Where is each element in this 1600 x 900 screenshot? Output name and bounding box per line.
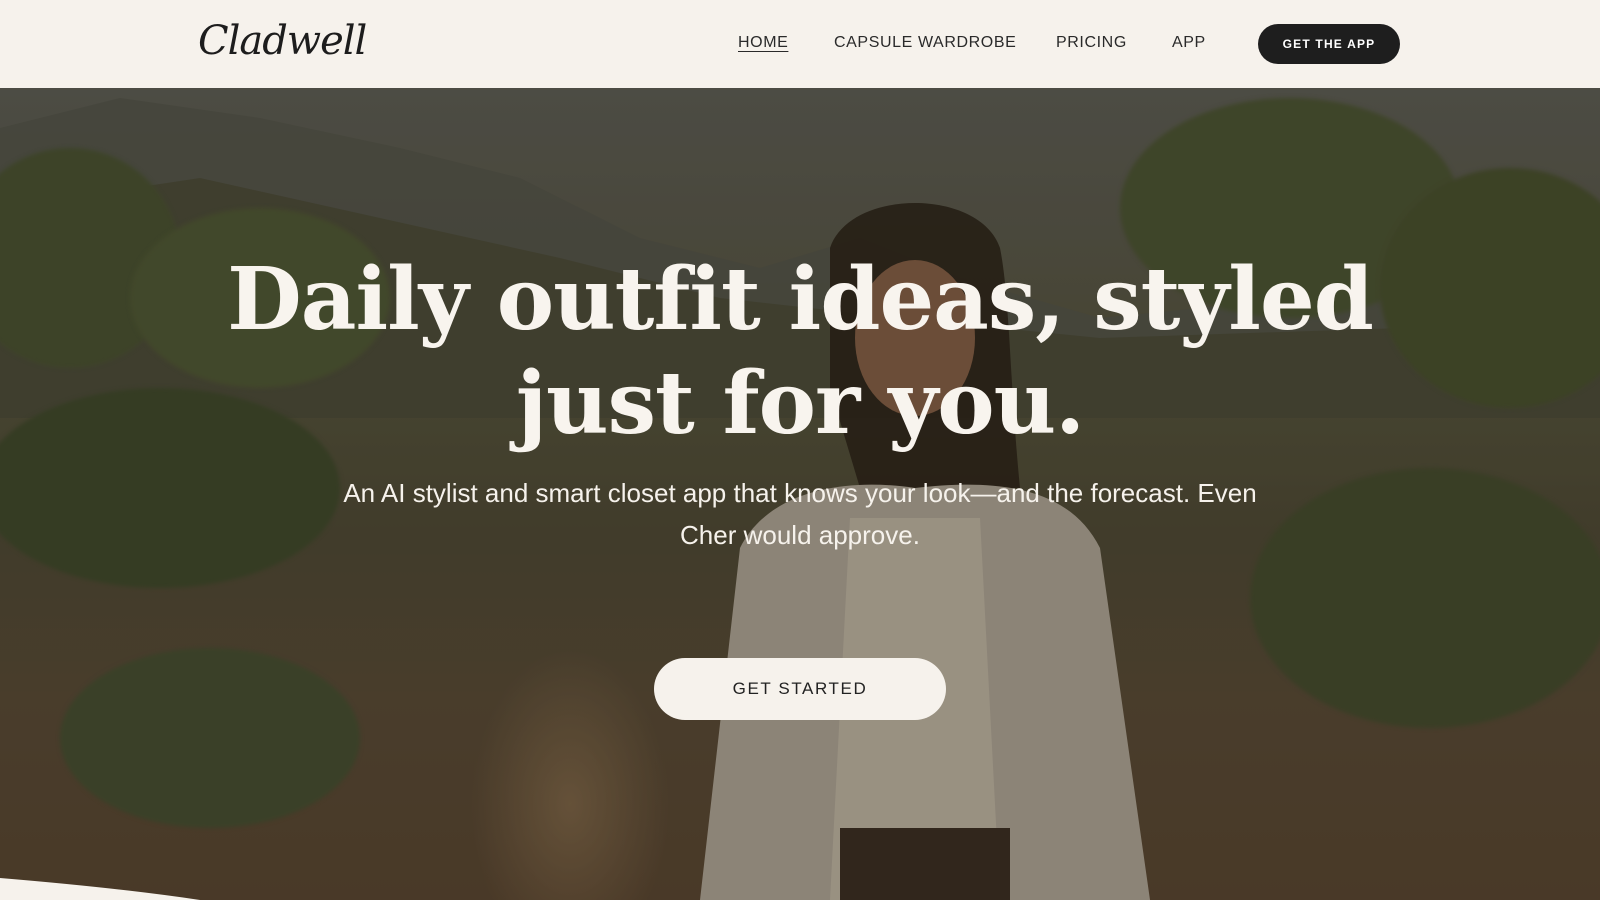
nav-item-app[interactable]: APP: [1172, 34, 1206, 52]
nav-item-pricing[interactable]: PRICING: [1056, 34, 1127, 52]
nav-item-capsule-wardrobe[interactable]: CAPSULE WARDROBE: [834, 34, 1016, 52]
hero-subtitle: An AI stylist and smart closet app that …: [300, 472, 1300, 556]
hero-headline-line1: Daily outfit ideas, styled: [227, 249, 1374, 350]
get-the-app-button[interactable]: GET THE APP: [1258, 24, 1400, 64]
hero-subtitle-line2: Cher would approve.: [680, 520, 920, 550]
hero-headline: Daily outfit ideas, styled just for you.: [0, 248, 1600, 456]
hero-headline-line2: just for you.: [515, 353, 1085, 454]
get-started-button[interactable]: GET STARTED: [654, 658, 946, 720]
section-divider: [0, 878, 200, 900]
nav-item-home[interactable]: HOME: [738, 34, 788, 52]
site-header: Cladwell HOME CAPSULE WARDROBE PRICING A…: [0, 0, 1600, 88]
hero-section: Daily outfit ideas, styled just for you.…: [0, 88, 1600, 900]
hero-subtitle-line1: An AI stylist and smart closet app that …: [343, 478, 1257, 508]
